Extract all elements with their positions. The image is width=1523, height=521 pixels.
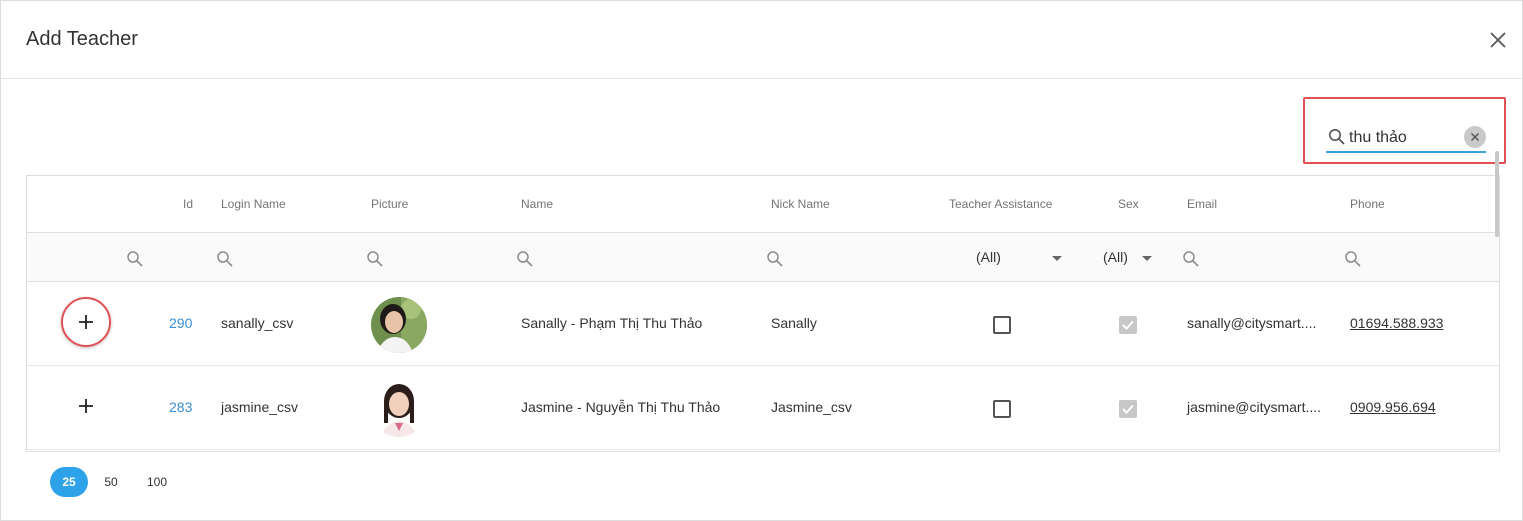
col-teacher-assistance[interactable]: Teacher Assistance <box>949 197 1052 211</box>
col-nick-name[interactable]: Nick Name <box>771 197 830 211</box>
phone-filter-search-icon[interactable] <box>1344 250 1362 268</box>
add-teacher-plus-icon[interactable] <box>76 396 96 416</box>
sex-checkbox <box>1119 400 1137 418</box>
page-size-100[interactable]: 100 <box>138 467 176 497</box>
login-name: sanally_csv <box>221 315 294 331</box>
teacher-grid: Id Login Name Picture Name Nick Name Tea… <box>26 175 1500 452</box>
dialog-title: Add Teacher <box>26 28 138 50</box>
col-picture[interactable]: Picture <box>371 197 408 211</box>
teacher-id[interactable]: 283 <box>169 399 192 415</box>
col-name[interactable]: Name <box>521 197 553 211</box>
add-teacher-dialog: Add Teacher thu thảo Id Login Name Pictu… <box>0 0 1523 521</box>
teacher-id[interactable]: 290 <box>169 315 192 331</box>
teacher-avatar <box>371 297 427 353</box>
page-size-50[interactable]: 50 <box>92 467 130 497</box>
page-size-25[interactable]: 25 <box>50 467 88 497</box>
nick-name: Jasmine_csv <box>771 399 852 415</box>
phone-link[interactable]: 0909.956.694 <box>1350 399 1436 415</box>
col-id[interactable]: Id <box>183 197 193 211</box>
sex-caret-icon[interactable] <box>1142 256 1152 261</box>
id-filter-search-icon[interactable] <box>126 250 144 268</box>
table-row: 290 sanally_csv Sanally - Phạm Thị Thu T… <box>27 282 1499 366</box>
teacher-name: Sanally - Phạm Thị Thu Thảo <box>521 315 703 331</box>
table-row: 283 jasmine_csv Jasmine - Nguyễn Thị Thu… <box>27 366 1499 450</box>
grid-scrollbar[interactable] <box>1495 151 1499 237</box>
teacher-avatar <box>371 381 427 437</box>
nick-name: Sanally <box>771 315 817 331</box>
teacher-assistance-checkbox[interactable] <box>993 400 1011 418</box>
teacher-assistance-checkbox[interactable] <box>993 316 1011 334</box>
login-name: jasmine_csv <box>221 399 299 415</box>
filter-row: (All) (All) <box>27 233 1499 282</box>
login-filter-search-icon[interactable] <box>216 250 234 268</box>
col-login-name[interactable]: Login Name <box>221 197 286 211</box>
email: sanally@citysmart.... <box>1187 315 1317 331</box>
add-teacher-plus-icon[interactable] <box>76 312 96 332</box>
teacher-assistance-caret-icon[interactable] <box>1052 256 1062 261</box>
sex-checkbox <box>1119 316 1137 334</box>
search-highlight-annotation <box>1303 97 1506 164</box>
teacher-name: Jasmine - Nguyễn Thị Thu Thảo <box>521 399 721 415</box>
teacher-assistance-filter[interactable]: (All) <box>976 249 1001 265</box>
dialog-header: Add Teacher <box>1 1 1523 79</box>
nick-filter-search-icon[interactable] <box>766 250 784 268</box>
col-sex[interactable]: Sex <box>1118 197 1139 211</box>
col-phone[interactable]: Phone <box>1350 197 1385 211</box>
name-filter-search-icon[interactable] <box>516 250 534 268</box>
close-icon[interactable] <box>1487 29 1509 51</box>
picture-filter-search-icon[interactable] <box>366 250 384 268</box>
column-headers: Id Login Name Picture Name Nick Name Tea… <box>27 176 1499 233</box>
email-filter-search-icon[interactable] <box>1182 250 1200 268</box>
col-email[interactable]: Email <box>1187 197 1217 211</box>
email: jasmine@citysmart.... <box>1187 399 1322 415</box>
phone-link[interactable]: 01694.588.933 <box>1350 315 1443 331</box>
sex-filter[interactable]: (All) <box>1103 249 1128 265</box>
